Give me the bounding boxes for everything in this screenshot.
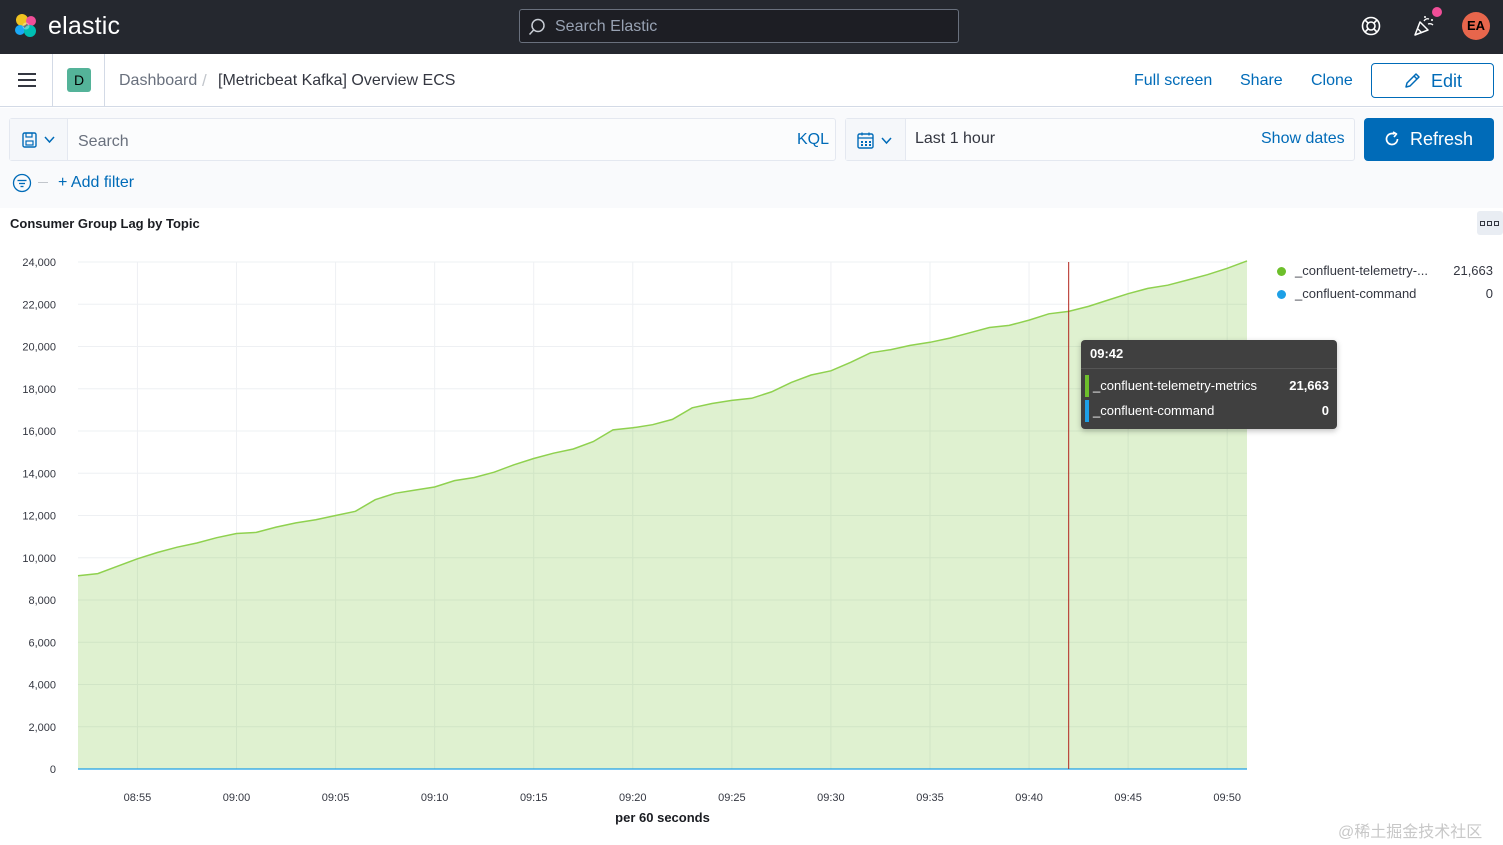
legend-series-name: _confluent-command — [1295, 286, 1417, 301]
breadcrumb-dashboard[interactable]: Dashboard — [119, 72, 197, 90]
share-link[interactable]: Share — [1240, 72, 1283, 90]
filter-divider — [38, 182, 48, 183]
hamburger-icon-line — [18, 85, 36, 87]
refresh-icon — [1385, 131, 1399, 146]
y-tick-label: 4,000 — [28, 680, 56, 692]
top-header: elastic Search Elastic EA — [0, 0, 1503, 54]
tooltip-time: 09:42 — [1090, 346, 1124, 361]
y-tick-label: 6,000 — [28, 637, 56, 649]
x-tick-label: 09:40 — [1015, 792, 1043, 804]
query-language-button[interactable]: KQL — [797, 131, 829, 149]
x-tick-label: 09:20 — [619, 792, 647, 804]
refresh-button[interactable]: Refresh — [1364, 118, 1494, 161]
space-selector[interactable]: D — [53, 54, 105, 107]
x-tick-label: 08:55 — [124, 792, 152, 804]
y-tick-label: 14,000 — [22, 468, 56, 480]
x-tick-label: 09:45 — [1114, 792, 1142, 804]
tooltip-series-value: 0 — [1321, 403, 1329, 418]
tooltip-series-color — [1085, 400, 1089, 422]
full-screen-link[interactable]: Full screen — [1134, 72, 1212, 90]
telemetry-series-area — [78, 260, 1247, 769]
filter-menu-icon[interactable] — [12, 173, 32, 193]
global-search-input[interactable]: Search Elastic — [519, 9, 959, 43]
watermark: @稀土掘金技术社区 — [1338, 824, 1483, 841]
time-picker[interactable]: Last 1 hour Show dates — [845, 118, 1355, 161]
legend-color-dot — [1277, 290, 1286, 299]
edit-button-label: Edit — [1431, 71, 1463, 91]
x-tick-label: 09:05 — [322, 792, 350, 804]
tooltip-series-name: _confluent-command — [1093, 403, 1215, 418]
add-filter-button[interactable]: + Add filter — [58, 174, 134, 192]
chart-tooltip: 09:42 _confluent-telemetry-metrics 21,66… — [1081, 340, 1337, 429]
search-icon — [528, 18, 545, 36]
notification-badge — [1432, 7, 1442, 17]
legend-series-value: 0 — [1485, 286, 1493, 301]
newsfeed-icon[interactable] — [1412, 14, 1436, 38]
tooltip-row: _confluent-command 0 — [1085, 400, 1329, 422]
x-tick-label: 09:35 — [916, 792, 944, 804]
menu-toggle-button[interactable] — [0, 54, 53, 107]
x-tick-label: 09:10 — [421, 792, 449, 804]
tooltip-series-name: _confluent-telemetry-metrics — [1093, 378, 1257, 393]
y-tick-label: 12,000 — [22, 511, 56, 523]
y-tick-label: 16,000 — [22, 426, 56, 438]
elastic-logo-icon[interactable] — [12, 12, 40, 40]
y-tick-label: 18,000 — [22, 384, 56, 396]
y-tick-label: 22,000 — [22, 299, 56, 311]
panel-options-button[interactable] — [1477, 211, 1503, 235]
refresh-button-label: Refresh — [1410, 129, 1474, 149]
y-tick-label: 0 — [50, 764, 56, 776]
tooltip-series-value: 21,663 — [1289, 378, 1329, 393]
y-tick-label: 8,000 — [28, 595, 56, 607]
dashboard-nav-bar: D Dashboard / [Metricbeat Kafka] Overvie… — [0, 54, 1503, 107]
breadcrumb-separator: / — [202, 71, 207, 90]
hamburger-icon-line — [18, 79, 36, 81]
x-tick-label: 09:15 — [520, 792, 548, 804]
time-range-value: Last 1 hour — [915, 130, 996, 147]
clone-link[interactable]: Clone — [1311, 72, 1353, 90]
y-tick-label: 24,000 — [22, 257, 56, 269]
brand-name[interactable]: elastic — [48, 12, 120, 41]
user-avatar[interactable]: EA — [1462, 12, 1490, 40]
hamburger-icon-line — [18, 73, 36, 75]
calendar-icon — [857, 132, 892, 149]
tooltip-row: _confluent-telemetry-metrics 21,663 — [1085, 375, 1329, 397]
legend-series-value: 21,663 — [1453, 263, 1493, 278]
query-bar: Search KQL Last 1 hour Show dates Refres… — [0, 108, 1503, 208]
x-axis-title: per 60 seconds — [615, 810, 710, 825]
x-tick-label: 09:25 — [718, 792, 746, 804]
quick-select-button[interactable] — [846, 119, 906, 160]
legend-series-name: _confluent-telemetry-... — [1295, 263, 1428, 278]
x-tick-label: 09:00 — [223, 792, 251, 804]
visualization-panel: 0 2,000 4,000 6,000 8,000 10,000 12,000 14,000 1… — [0, 208, 1503, 845]
legend-color-dot — [1277, 267, 1286, 276]
space-avatar: D — [67, 68, 91, 92]
query-placeholder: Search — [78, 133, 129, 150]
query-input[interactable]: Search KQL — [9, 118, 836, 161]
panel-title: Consumer Group Lag by Topic — [10, 216, 200, 231]
edit-button[interactable]: Edit — [1371, 63, 1494, 98]
pencil-icon — [1405, 73, 1420, 88]
breadcrumb-current: [Metricbeat Kafka] Overview ECS — [218, 72, 456, 89]
y-tick-label: 2,000 — [28, 722, 56, 734]
show-dates-button[interactable]: Show dates — [1261, 130, 1345, 148]
tooltip-divider — [1081, 368, 1337, 369]
saved-query-menu-button[interactable] — [10, 119, 68, 160]
y-tick-label: 10,000 — [22, 553, 56, 565]
x-tick-label: 09:50 — [1213, 792, 1241, 804]
help-icon[interactable] — [1360, 15, 1382, 37]
consumer-lag-chart: 0 2,000 4,000 6,000 8,000 10,000 12,000 14,000 1… — [22, 257, 1248, 825]
x-tick-label: 09:30 — [817, 792, 845, 804]
global-search-placeholder: Search Elastic — [555, 18, 658, 35]
y-tick-label: 20,000 — [22, 342, 56, 354]
save-icon — [22, 132, 55, 148]
tooltip-series-color — [1085, 375, 1089, 397]
